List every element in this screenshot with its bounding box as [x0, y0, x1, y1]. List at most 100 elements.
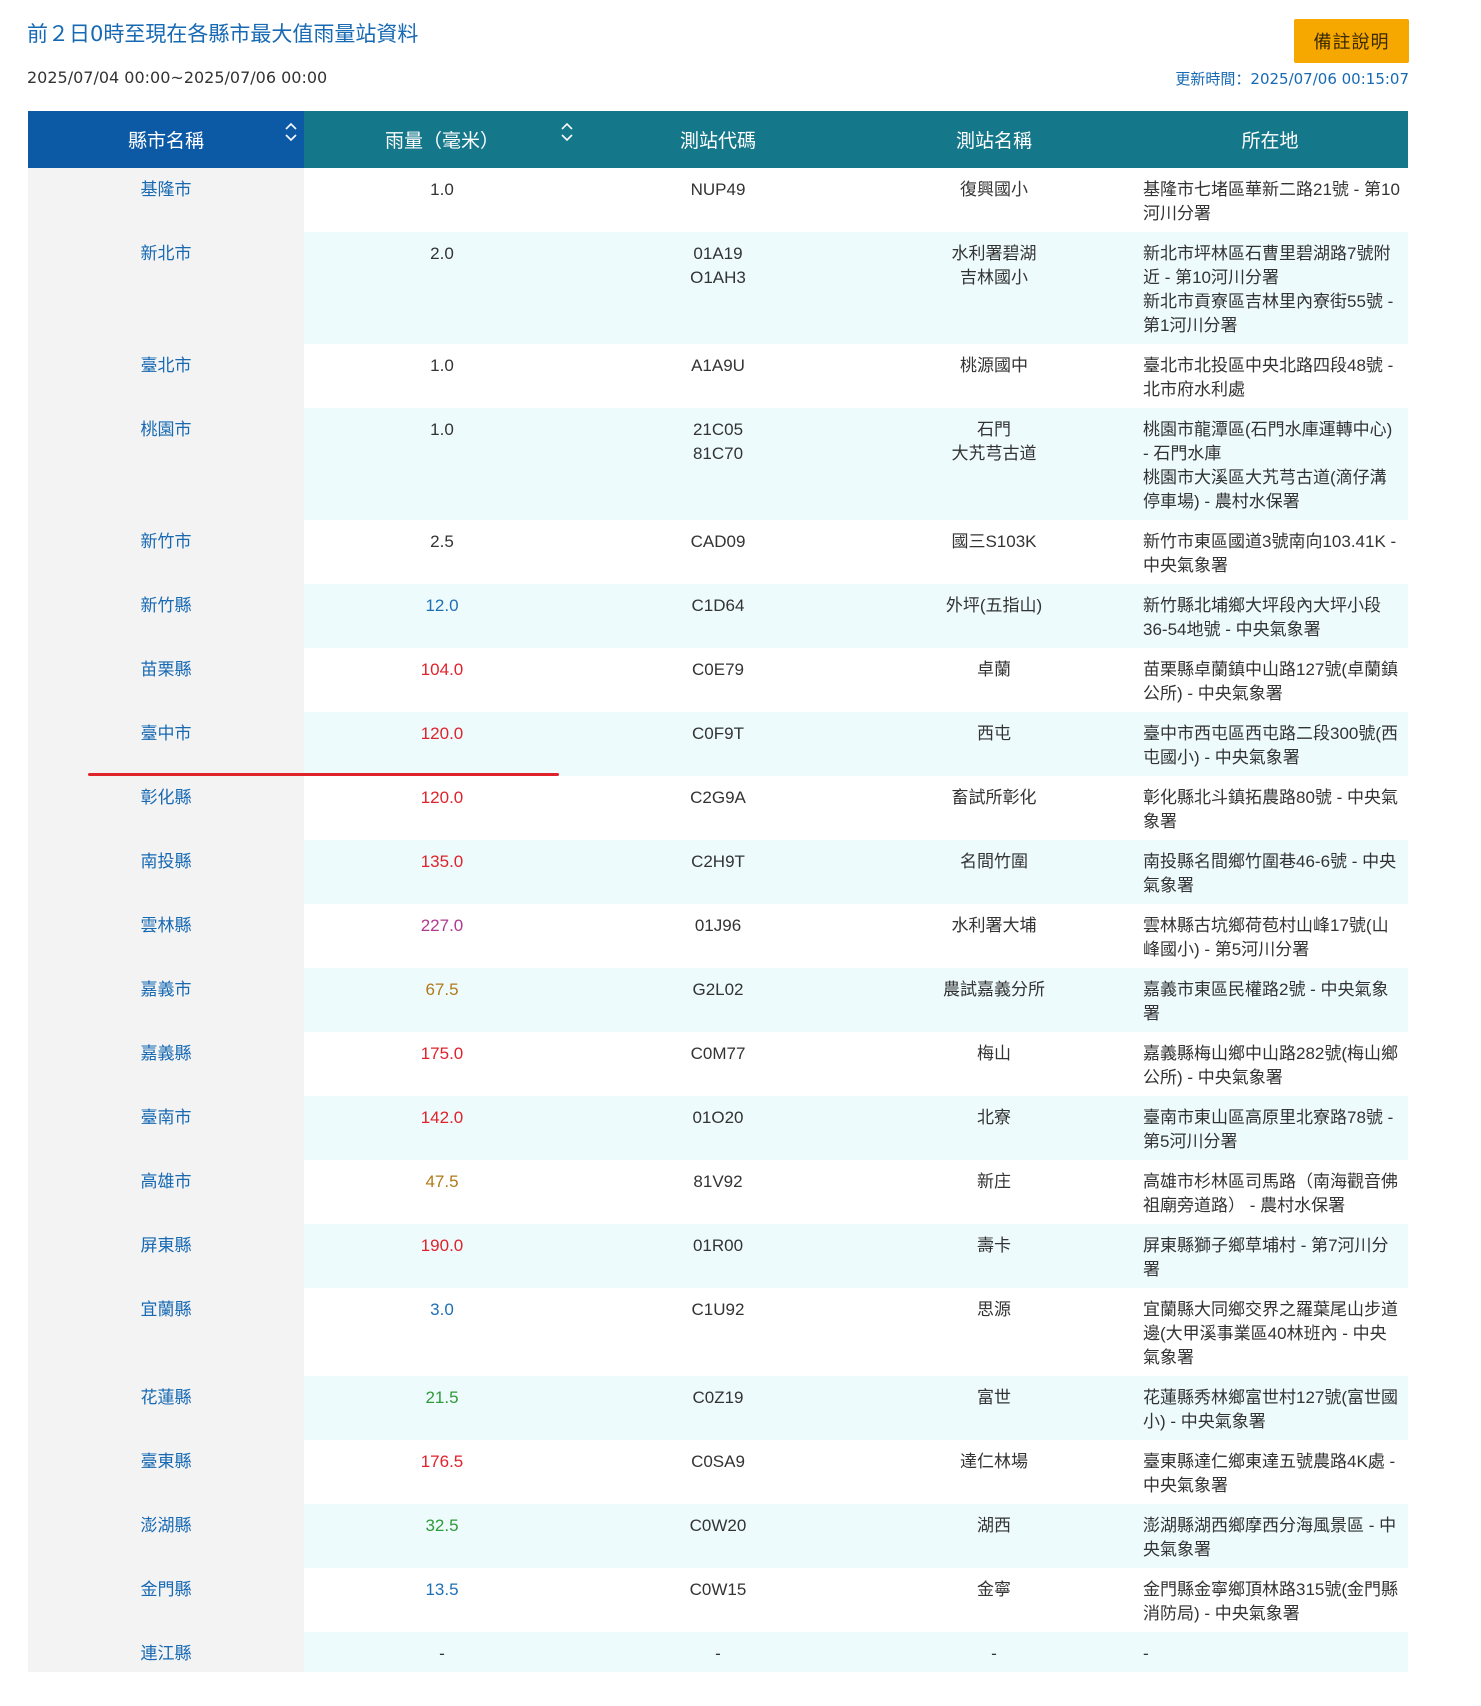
- column-header-station-name: 測站名稱: [856, 111, 1132, 168]
- station-location: 新竹市東區國道3號南向103.41K - 中央氣象署: [1143, 532, 1397, 575]
- table-row: 新北市 2.0 01A19 O1AH3 水利署碧湖 吉林國小 新北市坪林區石曹里碧湖路7號附…: [28, 232, 1408, 344]
- sort-icon[interactable]: [284, 121, 298, 143]
- column-header-location: 所在地: [1132, 111, 1408, 168]
- rainfall-value: 120.0: [304, 712, 580, 776]
- county-link[interactable]: 嘉義縣: [28, 1032, 304, 1096]
- station-location: 彰化縣北斗鎮拓農路80號 - 中央氣象署: [1143, 788, 1399, 831]
- station-location-cell: 金門縣金寧鄉頂林路315號(金門縣消防局) - 中央氣象署: [1132, 1568, 1408, 1632]
- station-code-cell: C0F9T: [580, 712, 856, 776]
- station-name: 石門: [977, 420, 1011, 439]
- station-code: C0F9T: [692, 724, 744, 743]
- station-location: 新北市貢寮區吉林里內寮街55號 - 第1河川分署: [1143, 292, 1394, 335]
- station-code: 01J96: [694, 916, 742, 935]
- county-link[interactable]: 新竹市: [28, 520, 304, 584]
- station-location: 桃園市大溪區大艽芎古道(滴仔溝停車場) - 農村水保署: [1143, 468, 1387, 511]
- rainfall-value: 32.5: [304, 1504, 580, 1568]
- sort-icon[interactable]: [560, 121, 574, 143]
- rainfall-value: 227.0: [304, 904, 580, 968]
- county-link[interactable]: 桃園市: [28, 408, 304, 520]
- station-name: 梅山: [977, 1044, 1011, 1063]
- station-location-cell: 彰化縣北斗鎮拓農路80號 - 中央氣象署: [1132, 776, 1408, 840]
- station-location-cell: 嘉義市東區民權路2號 - 中央氣象署: [1132, 968, 1408, 1032]
- station-location-cell: 臺中市西屯區西屯路二段300號(西屯國小) - 中央氣象署: [1132, 712, 1408, 776]
- rainfall-value: 13.5: [304, 1568, 580, 1632]
- station-name: 畜試所彰化: [951, 788, 1037, 807]
- county-link[interactable]: 南投縣: [28, 840, 304, 904]
- station-code: NUP49: [690, 180, 746, 199]
- station-location: 新竹縣北埔鄉大坪段內大坪小段36-54地號 - 中央氣象署: [1143, 596, 1381, 639]
- county-link[interactable]: 臺北市: [28, 344, 304, 408]
- county-link[interactable]: 臺南市: [28, 1096, 304, 1160]
- station-name: 卓蘭: [977, 660, 1011, 679]
- rainfall-value: 120.0: [304, 776, 580, 840]
- station-code: C0M77: [690, 1044, 746, 1063]
- station-location-cell: 桃園市龍潭區(石門水庫運轉中心) - 石門水庫 桃園市大溪區大艽芎古道(滴仔溝停車…: [1132, 408, 1408, 520]
- station-name: 西屯: [977, 724, 1011, 743]
- station-name-cell: -: [856, 1632, 1132, 1672]
- county-link[interactable]: 基隆市: [28, 168, 304, 232]
- station-name-cell: 壽卡: [856, 1224, 1132, 1288]
- station-location: 屏東縣獅子鄉草埔村 - 第7河川分署: [1143, 1236, 1389, 1279]
- column-header-county[interactable]: 縣市名稱: [28, 111, 304, 168]
- station-location: 新北市坪林區石曹里碧湖路7號附近 - 第10河川分署: [1143, 244, 1391, 287]
- county-link[interactable]: 臺東縣: [28, 1440, 304, 1504]
- station-name-cell: 北寮: [856, 1096, 1132, 1160]
- county-link[interactable]: 嘉義市: [28, 968, 304, 1032]
- station-code: O1AH3: [690, 268, 746, 287]
- station-name: 桃源國中: [960, 356, 1028, 375]
- station-code-cell: CAD09: [580, 520, 856, 584]
- rainfall-value: 142.0: [304, 1096, 580, 1160]
- station-code: C0Z19: [692, 1388, 744, 1407]
- station-location: 臺南市東山區高原里北寮路78號 - 第5河川分署: [1143, 1108, 1394, 1151]
- county-link[interactable]: 高雄市: [28, 1160, 304, 1224]
- notes-button[interactable]: 備註說明: [1294, 19, 1409, 63]
- rainfall-value: 67.5: [304, 968, 580, 1032]
- station-location: 嘉義縣梅山鄉中山路282號(梅山鄉公所) - 中央氣象署: [1143, 1044, 1399, 1087]
- station-code: 81V92: [693, 1172, 743, 1191]
- county-link[interactable]: 宜蘭縣: [28, 1288, 304, 1376]
- station-code: 21C05: [692, 420, 744, 439]
- column-header-label: 測站名稱: [955, 130, 1032, 152]
- rainfall-value: 1.0: [304, 408, 580, 520]
- station-name: 大艽芎古道: [951, 444, 1037, 463]
- station-code: C0E79: [692, 660, 744, 679]
- station-code: 81C70: [692, 444, 744, 463]
- update-time: 更新時間：2025/07/06 00:15:07: [1175, 70, 1409, 88]
- page-title: 前２日0時至現在各縣市最大值雨量站資料: [27, 22, 419, 46]
- station-code-cell: C2G9A: [580, 776, 856, 840]
- station-location: 臺中市西屯區西屯路二段300號(西屯國小) - 中央氣象署: [1143, 724, 1399, 767]
- station-name-cell: 國三S103K: [856, 520, 1132, 584]
- column-header-rainfall[interactable]: 雨量（毫米）: [304, 111, 580, 168]
- county-link[interactable]: 彰化縣: [28, 776, 304, 840]
- station-location: 花蓮縣秀林鄉富世村127號(富世國小) - 中央氣象署: [1143, 1388, 1399, 1431]
- column-header-label: 縣市名稱: [127, 130, 204, 152]
- station-code-cell: 21C05 81C70: [580, 408, 856, 520]
- county-link[interactable]: 澎湖縣: [28, 1504, 304, 1568]
- station-location: 臺東縣達仁鄉東達五號農路4K處 - 中央氣象署: [1143, 1452, 1396, 1495]
- station-location-cell: 基隆市七堵區華新二路21號 - 第10河川分署: [1132, 168, 1408, 232]
- station-name: 湖西: [977, 1516, 1011, 1535]
- station-location: 桃園市龍潭區(石門水庫運轉中心) - 石門水庫: [1143, 420, 1393, 463]
- county-link[interactable]: 新竹縣: [28, 584, 304, 648]
- station-name-cell: 新庄: [856, 1160, 1132, 1224]
- station-location: 雲林縣古坑鄉荷苞村山峰17號(山峰國小) - 第5河川分署: [1143, 916, 1389, 959]
- station-name: 壽卡: [977, 1236, 1011, 1255]
- table-row: 臺中市 120.0 C0F9T 西屯 臺中市西屯區西屯路二段300號(西屯國小) - 中…: [28, 712, 1408, 776]
- table-row: 花蓮縣 21.5 C0Z19 富世 花蓮縣秀林鄉富世村127號(富世國小) - 中央氣象…: [28, 1376, 1408, 1440]
- station-location-cell: 南投縣名間鄉竹圍巷46-6號 - 中央氣象署: [1132, 840, 1408, 904]
- county-link[interactable]: 屏東縣: [28, 1224, 304, 1288]
- county-link[interactable]: 臺中市: [28, 712, 304, 776]
- station-name-cell: 水利署大埔: [856, 904, 1132, 968]
- county-link[interactable]: 連江縣: [28, 1632, 304, 1672]
- county-link[interactable]: 苗栗縣: [28, 648, 304, 712]
- rainfall-value: 3.0: [304, 1288, 580, 1376]
- station-code: 01O20: [692, 1108, 744, 1127]
- county-link[interactable]: 新北市: [28, 232, 304, 344]
- station-name-cell: 達仁林場: [856, 1440, 1132, 1504]
- rainfall-value: 1.0: [304, 168, 580, 232]
- station-name-cell: 桃源國中: [856, 344, 1132, 408]
- county-link[interactable]: 金門縣: [28, 1568, 304, 1632]
- station-location-cell: 新北市坪林區石曹里碧湖路7號附近 - 第10河川分署 新北市貢寮區吉林里內寮街55…: [1132, 232, 1408, 344]
- county-link[interactable]: 花蓮縣: [28, 1376, 304, 1440]
- county-link[interactable]: 雲林縣: [28, 904, 304, 968]
